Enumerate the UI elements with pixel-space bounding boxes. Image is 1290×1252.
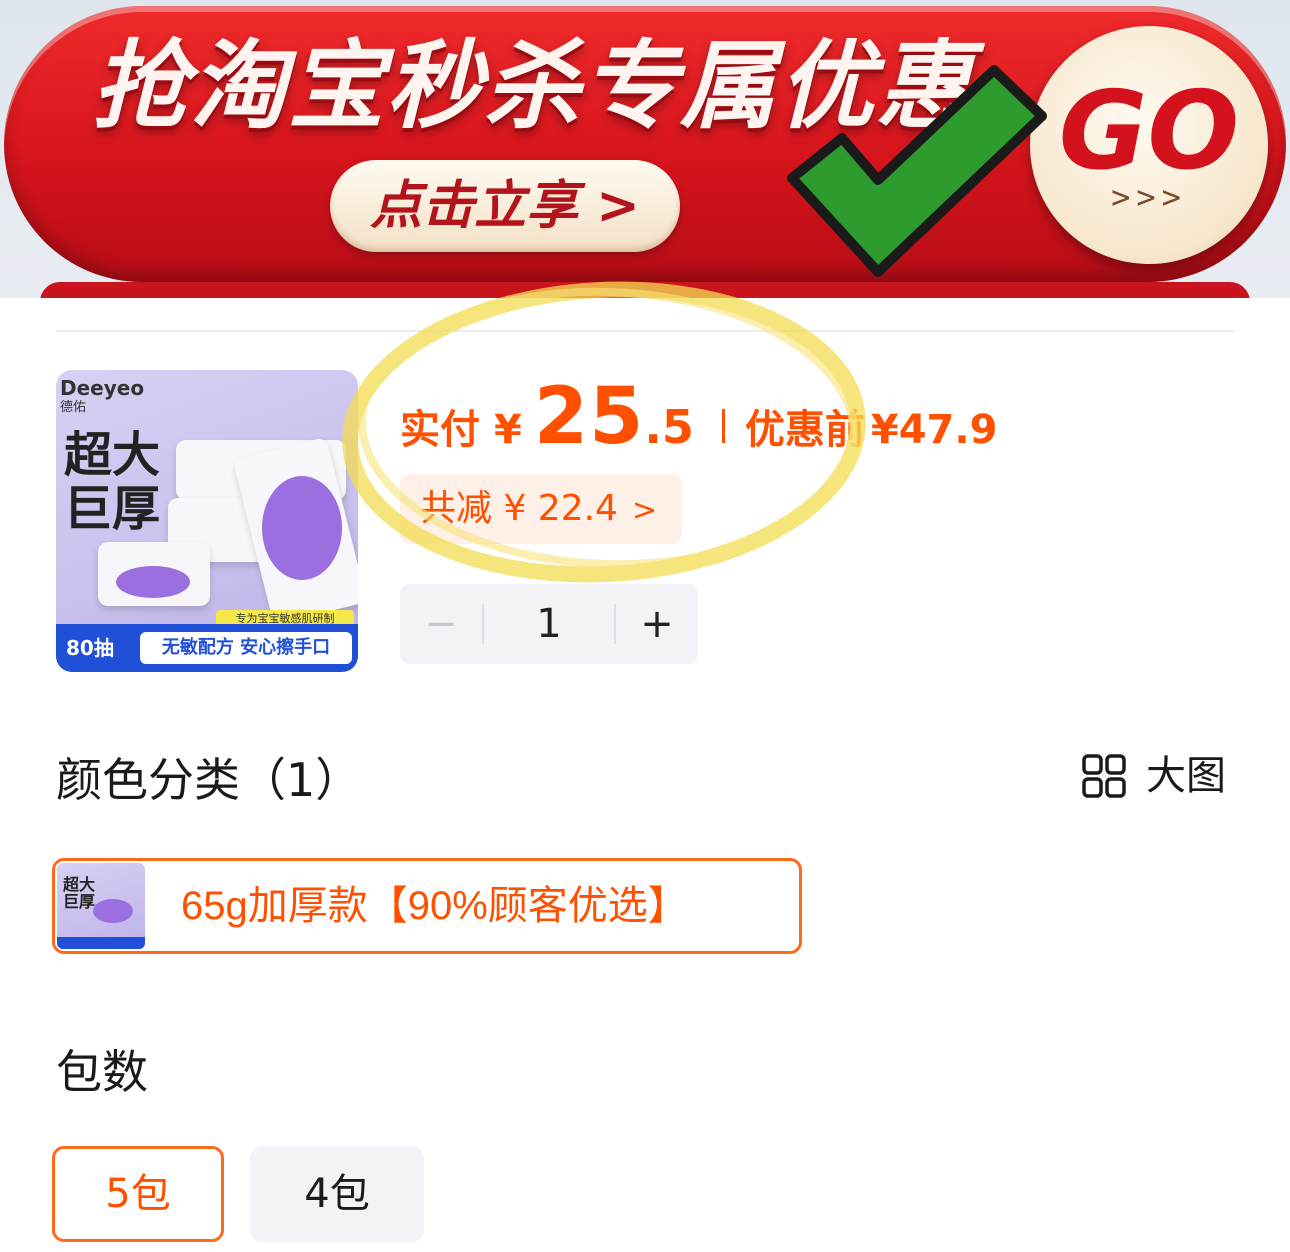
product-thumbnail[interactable]: Deeyeo 德佑 超大巨厚 专为宝宝敏感肌研制 80抽 无敏配方 安心擦手口 xyxy=(56,370,358,672)
thumb-brand-cn: 德佑 xyxy=(60,400,87,415)
checkmark-icon xyxy=(787,65,1047,277)
color-option-thumb-text: 超大巨厚 xyxy=(62,877,95,911)
thumb-feature-bar: 80抽 无敏配方 安心擦手口 xyxy=(56,624,358,672)
price-integer: 25 xyxy=(533,372,645,462)
go-label: GO xyxy=(1058,69,1240,194)
color-option-thumbnail: 超大巨厚 xyxy=(57,863,145,949)
pack-section-title: 包数 xyxy=(56,1045,148,1099)
thumb-count: 80抽 xyxy=(66,636,114,660)
banner-lower-strip xyxy=(40,282,1250,298)
increase-quantity-button[interactable]: + xyxy=(616,584,698,664)
thumb-headline: 超大巨厚 xyxy=(64,427,161,537)
thumb-pebble-small xyxy=(116,566,190,598)
thumb-pebble xyxy=(262,476,342,580)
price-decimal: .5 xyxy=(644,400,694,454)
decrease-quantity-button[interactable]: − xyxy=(400,584,482,664)
quantity-stepper: − + xyxy=(400,584,698,664)
big-image-button[interactable]: 大图 xyxy=(1078,748,1238,804)
color-option-label: 65g加厚款【90%顾客优选】 xyxy=(181,884,688,928)
color-option-thumb-bar xyxy=(57,937,145,949)
price-label: 实付 xyxy=(400,407,480,453)
quantity-input[interactable] xyxy=(484,584,614,664)
promo-banner[interactable]: 抢淘宝秒杀专属优惠 点击立享 > GO >>> xyxy=(0,0,1290,298)
go-button[interactable]: GO >>> xyxy=(1030,26,1268,264)
price-row: 实付 ¥25.5 优惠前 ¥47.9 xyxy=(400,372,997,462)
color-option[interactable]: 超大巨厚 65g加厚款【90%顾客优选】 xyxy=(52,858,802,954)
color-option-thumb-pebble xyxy=(93,899,133,923)
banner-cta-button[interactable]: 点击立享 > xyxy=(330,160,680,252)
discount-chip[interactable]: 共减 ¥ 22.4 > xyxy=(400,474,682,544)
chevron-right-icon: > xyxy=(631,493,658,528)
grid-view-icon xyxy=(1082,754,1126,798)
price-separator xyxy=(721,409,725,443)
original-price: ¥47.9 xyxy=(870,407,998,453)
pack-option-4[interactable]: 4包 xyxy=(250,1146,424,1242)
divider xyxy=(56,330,1234,332)
pack-option-5[interactable]: 5包 xyxy=(52,1146,224,1242)
big-image-label: 大图 xyxy=(1146,753,1226,799)
original-price-label: 优惠前 xyxy=(744,407,865,453)
color-section-title: 颜色分类（1） xyxy=(56,753,362,807)
price-currency: ¥ xyxy=(494,407,522,453)
go-arrows-icon: >>> xyxy=(1111,178,1187,216)
discount-label: 共减 ¥ 22.4 xyxy=(420,488,618,529)
thumb-features: 无敏配方 安心擦手口 xyxy=(140,632,352,664)
